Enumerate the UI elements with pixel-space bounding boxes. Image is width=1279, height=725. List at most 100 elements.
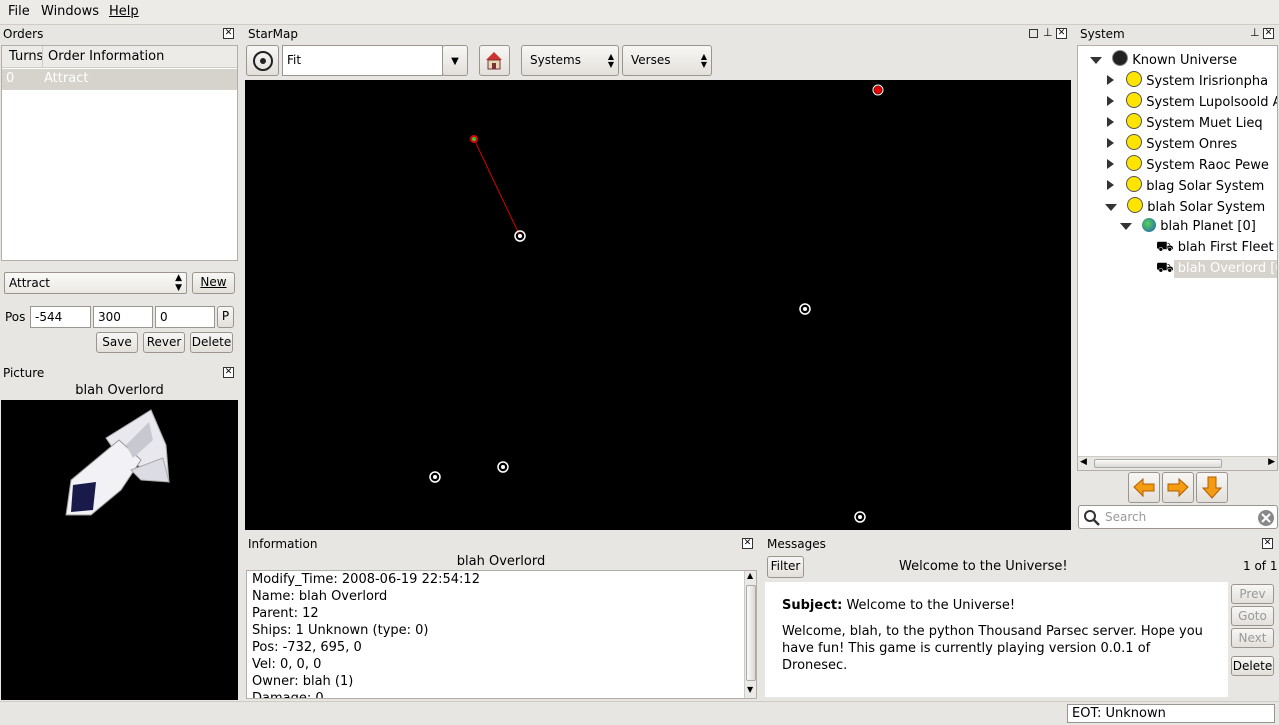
pos-pick-button[interactable]: P [217,306,234,328]
orders-list[interactable]: Turns Order Information 0 Attract [1,45,238,261]
new-order-button[interactable]: New [192,272,235,294]
star-system[interactable] [514,230,526,242]
menu-windows[interactable]: Windows [41,4,99,19]
menu-file[interactable]: File [8,4,30,19]
star-icon [1127,197,1144,213]
system-close-icon[interactable] [1263,28,1274,39]
recenter-button[interactable] [246,45,279,76]
verses-label: Verses [631,53,671,67]
tree-system[interactable]: System Onres [1107,134,1237,152]
tree-system[interactable]: System Lupolsoold A [1107,92,1277,110]
expanded-icon [1120,223,1132,230]
revert-button[interactable]: Rever [143,332,185,353]
nav-down-button[interactable] [1196,472,1228,503]
float-icon[interactable] [1029,29,1038,38]
delete-order-button[interactable]: Delete [190,332,233,353]
starmap-svg [429,84,884,523]
tree-fleet-selected[interactable]: ⛟ blah Overlord [0 [1156,260,1277,278]
messages-close-icon[interactable] [1262,538,1273,549]
starmap-close-icon[interactable] [1056,28,1067,39]
info-line: Parent: 12 [252,606,319,621]
info-line: Ships: 1 Unknown (type: 0) [252,623,429,638]
message-body[interactable]: Subject: Welcome to the Universe! Welcom… [765,582,1228,697]
search-input[interactable]: Search [1078,505,1278,529]
info-line: Name: blah Overlord [252,589,388,604]
col-order-info[interactable]: Order Information [48,49,164,64]
tree-root-label: Known Universe [1132,53,1238,68]
scroll-up-icon[interactable]: ▲ [747,571,753,580]
order-turns: 0 [6,71,15,86]
nav-forward-button[interactable] [1162,472,1194,503]
collapsed-icon [1107,159,1114,169]
prev-button[interactable]: Prev [1231,584,1274,604]
scroll-right-icon[interactable]: ▶ [1268,457,1275,467]
pos-y-input[interactable]: 300 [93,306,153,328]
clear-search-icon[interactable] [1257,509,1275,527]
zoom-dropdown-button[interactable]: ▼ [442,45,468,76]
menu-help[interactable]: Help [109,4,139,19]
info-line: Pos: -732, 695, 0 [252,640,362,655]
information-text[interactable]: Modify_Time: 2008-06-19 22:54:12 Name: b… [246,570,757,699]
information-title: Information [248,537,318,551]
collapsed-icon [1107,180,1114,190]
universe-icon [1112,50,1129,66]
fleet-marker[interactable] [872,84,884,96]
systems-filter[interactable]: Systems ▲ ▼ [521,45,619,76]
zoom-combo[interactable]: Fit [282,45,443,76]
target-icon [253,51,273,71]
tree-system[interactable]: System Muet Lieq [1107,113,1263,131]
tree-planet[interactable]: blah Planet [0] [1120,218,1256,234]
tree-system[interactable]: blag Solar System [1107,176,1264,194]
order-row[interactable]: 0 Attract [2,69,237,90]
subject-text: Welcome to the Universe! [846,598,1016,613]
information-close-icon[interactable] [742,538,753,549]
message-header-subject: Welcome to the Universe! [899,559,1068,574]
starmap-dock: StarMap ⊥ Fit ▼ Systems ▲▼ Verses ▲▼ [245,26,1072,531]
tree-system[interactable]: System Raoc Pewe [1107,155,1269,173]
system-label: System Raoc Pewe [1146,158,1269,173]
star-system[interactable] [429,471,441,483]
orders-title: Orders [3,27,44,41]
filter-button[interactable]: Filter [767,556,804,578]
tree-system[interactable]: blah Solar System [1105,197,1265,215]
expanded-icon [1105,204,1117,211]
star-system[interactable] [854,511,866,523]
vertical-scrollbar[interactable]: ▲ ▼ [744,571,756,698]
tree-fleet[interactable]: ⛟ blah First Fleet [ [1156,239,1277,257]
starmap-canvas[interactable] [245,80,1071,530]
pos-x-input[interactable]: -544 [30,306,91,328]
delete-message-button[interactable]: Delete [1231,656,1274,676]
collapsed-icon [1107,138,1114,148]
pin-icon[interactable]: ⊥ [1043,26,1053,39]
verses-filter[interactable]: Verses ▲ ▼ [622,45,712,76]
col-turns[interactable]: Turns [9,49,43,64]
tree-root[interactable]: Known Universe [1090,50,1237,68]
scroll-thumb[interactable] [1094,459,1222,468]
picture-close-icon[interactable] [223,367,234,378]
tree-system[interactable]: System Irisrionpha [1107,71,1268,89]
horizontal-scrollbar[interactable]: ◀ ▶ [1078,456,1277,470]
star-system[interactable] [799,303,811,315]
star-system[interactable] [497,461,509,473]
star-icon [1126,92,1143,108]
nav-back-button[interactable] [1128,472,1160,503]
system-label: blah Solar System [1147,200,1266,215]
fleet-marker[interactable] [470,135,478,143]
pos-z-input[interactable]: 0 [155,306,215,328]
save-button[interactable]: Save [96,332,138,353]
collapsed-icon [1107,96,1114,106]
systems-label: Systems [530,53,581,67]
system-tree[interactable]: Known Universe System Irisrionpha System… [1077,45,1278,471]
goto-button[interactable]: Goto [1231,606,1274,626]
scroll-down-icon[interactable]: ▼ [747,685,753,694]
home-button[interactable] [479,45,510,76]
info-line: Owner: blah (1) [252,674,354,689]
starmap-title: StarMap [248,27,298,41]
scroll-left-icon[interactable]: ◀ [1080,457,1087,467]
menu-bar: File Windows Help [0,0,1279,25]
scroll-thumb[interactable] [746,585,756,681]
next-button[interactable]: Next [1231,628,1274,648]
order-type-select[interactable]: Attract ▲ ▼ [4,272,187,294]
pin-icon[interactable]: ⊥ [1250,26,1260,39]
orders-close-icon[interactable] [223,28,234,39]
